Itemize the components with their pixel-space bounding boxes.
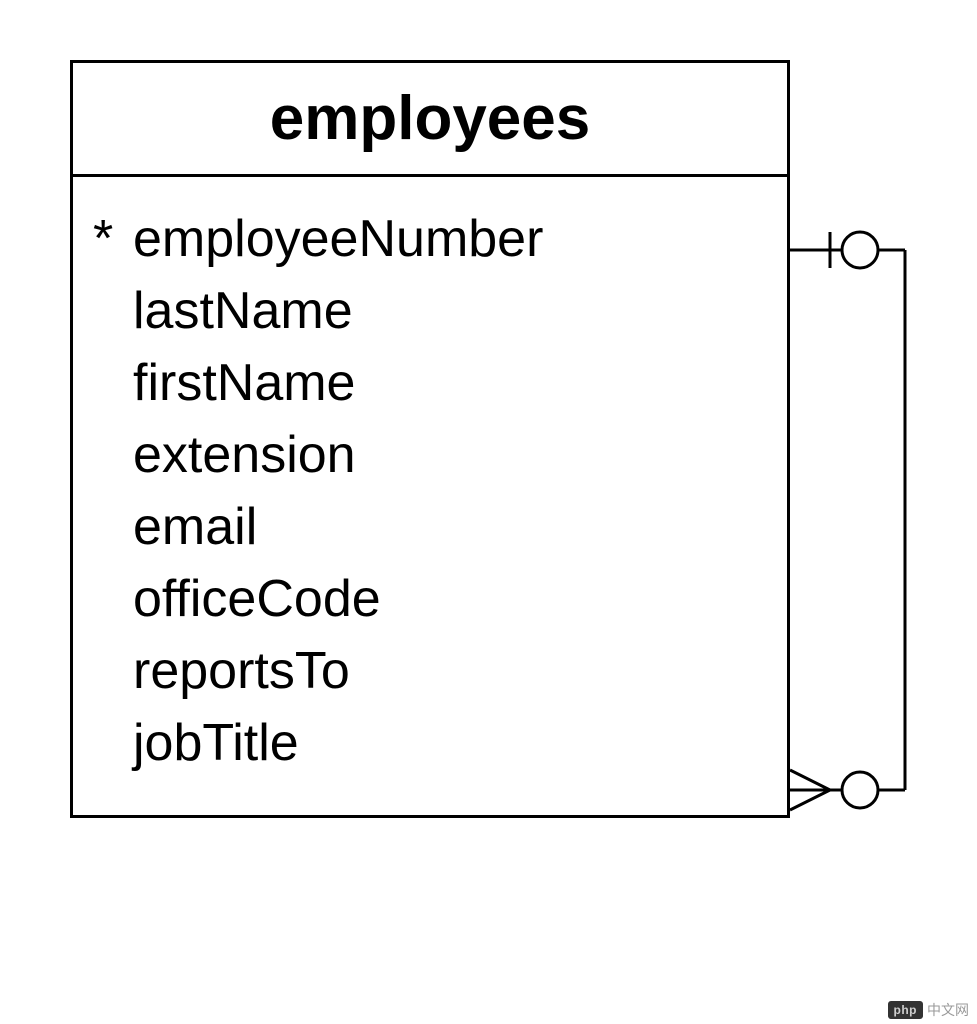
entity-header: employees — [73, 63, 787, 177]
primary-key-marker: * — [93, 209, 133, 269]
attribute-row: email — [133, 497, 757, 557]
attribute-label: jobTitle — [133, 713, 299, 773]
attribute-row: jobTitle — [133, 713, 757, 773]
attribute-label: firstName — [133, 353, 355, 413]
attribute-label: extension — [133, 425, 356, 485]
attribute-label: officeCode — [133, 569, 381, 629]
entity-box: employees * employeeNumber lastName firs… — [70, 60, 790, 818]
attribute-label: email — [133, 497, 257, 557]
attribute-row: officeCode — [133, 569, 757, 629]
watermark-text: 中文网 — [927, 1000, 969, 1020]
attribute-row: firstName — [133, 353, 757, 413]
attribute-row: reportsTo — [133, 641, 757, 701]
entity-title: employees — [270, 84, 591, 153]
attribute-row: extension — [133, 425, 757, 485]
attribute-row: lastName — [133, 281, 757, 341]
watermark-badge: php — [888, 1001, 924, 1019]
attribute-label: reportsTo — [133, 641, 350, 701]
attribute-label: lastName — [133, 281, 353, 341]
watermark: php 中文网 — [880, 996, 977, 1024]
attribute-label: employeeNumber — [133, 209, 543, 269]
attribute-row: * employeeNumber — [133, 209, 757, 269]
entity-attributes: * employeeNumber lastName firstName exte… — [73, 177, 787, 815]
